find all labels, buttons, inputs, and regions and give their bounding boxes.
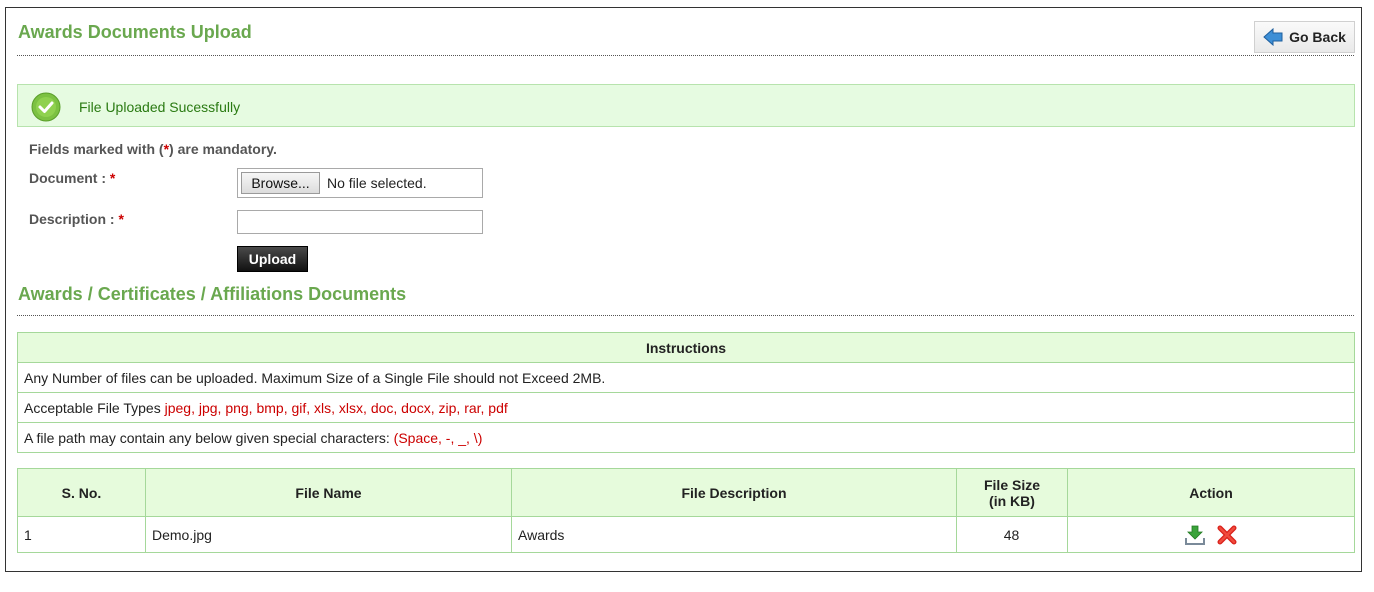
cell-file-name: Demo.jpg [145, 516, 512, 553]
go-back-button[interactable]: Go Back [1254, 21, 1355, 53]
arrow-left-icon [1263, 28, 1283, 46]
description-input[interactable] [237, 210, 483, 234]
file-status-text: No file selected. [327, 175, 427, 191]
section-divider [17, 315, 1354, 316]
document-label: Document : * [29, 170, 116, 186]
instructions-table: Instructions Any Number of files can be … [17, 332, 1355, 453]
file-types-list: jpeg, jpg, png, bmp, gif, xls, xlsx, doc… [164, 399, 508, 416]
mandatory-note: Fields marked with (*) are mandatory. [29, 141, 277, 157]
page-frame: Awards Documents Upload Go Back File Upl… [5, 7, 1362, 572]
check-circle-icon [31, 92, 61, 122]
section-title: Awards / Certificates / Affiliations Doc… [18, 284, 407, 304]
files-table: S. No. File Name File Description File S… [17, 468, 1355, 553]
title-divider [17, 55, 1354, 56]
instructions-header: Instructions [17, 332, 1355, 363]
success-message: File Uploaded Sucessfully [79, 99, 241, 115]
column-header-file-name: File Name [145, 468, 512, 517]
browse-button[interactable]: Browse... [241, 172, 320, 194]
success-alert: File Uploaded Sucessfully [17, 84, 1355, 127]
delete-icon[interactable] [1216, 524, 1238, 546]
column-header-file-description: File Description [511, 468, 957, 517]
special-chars-list: (Space, -, _, \) [393, 429, 483, 446]
column-header-action: Action [1067, 468, 1355, 517]
column-header-file-size: File Size (in KB) [956, 468, 1068, 517]
cell-file-description: Awards [511, 516, 957, 553]
column-header-sno: S. No. [17, 468, 146, 517]
instruction-row: Acceptable File Types jpeg, jpg, png, bm… [17, 392, 1355, 423]
table-row: 1 Demo.jpg Awards 48 [17, 516, 1355, 553]
instruction-row: Any Number of files can be uploaded. Max… [17, 362, 1355, 393]
document-file-input[interactable]: Browse... No file selected. [237, 168, 483, 198]
page-title: Awards Documents Upload [18, 22, 252, 42]
go-back-label: Go Back [1289, 29, 1346, 45]
description-label: Description : * [29, 211, 124, 227]
cell-file-size: 48 [956, 516, 1068, 553]
upload-button[interactable]: Upload [237, 246, 308, 272]
download-icon[interactable] [1184, 524, 1206, 546]
cell-sno: 1 [17, 516, 146, 553]
cell-action [1067, 516, 1355, 553]
instruction-row: A file path may contain any below given … [17, 422, 1355, 453]
